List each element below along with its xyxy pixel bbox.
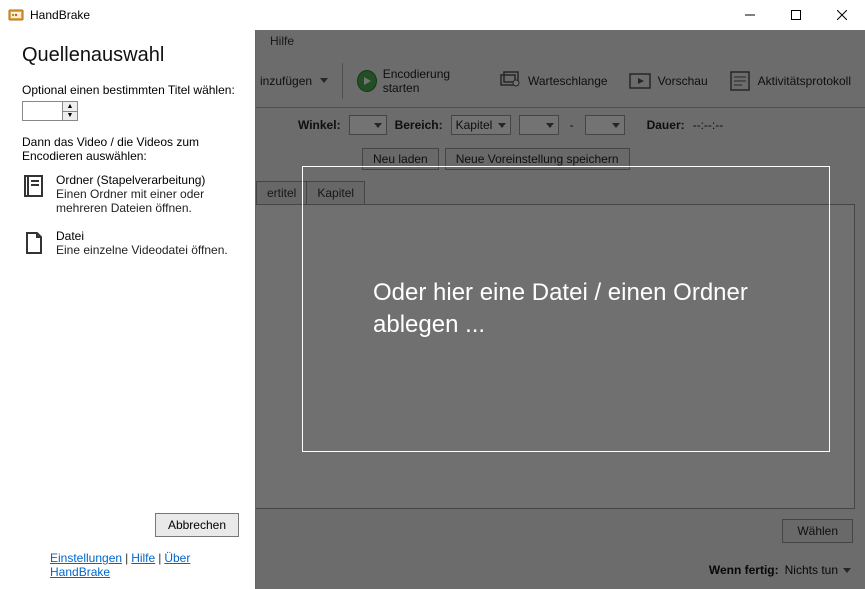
spinner-down[interactable]: ▼ [62, 111, 78, 122]
file-desc: Eine einzelne Videodatei öffnen. [56, 243, 228, 257]
panel-heading: Quellenauswahl [22, 44, 239, 67]
footer-links: Einstellungen|Hilfe|Über HandBrake [22, 551, 239, 579]
close-button[interactable] [819, 0, 865, 30]
titlebar: HandBrake [0, 0, 865, 30]
file-icon [22, 229, 46, 257]
folder-desc: Einen Ordner mit einer oder mehreren Dat… [56, 187, 239, 215]
minimize-button[interactable] [727, 0, 773, 30]
folder-icon [22, 173, 46, 201]
drop-zone[interactable]: Oder hier eine Datei / einen Ordner able… [302, 166, 830, 452]
app-icon [8, 7, 24, 23]
title-spinner[interactable]: ▲ ▼ [22, 101, 239, 121]
link-settings[interactable]: Einstellungen [50, 551, 122, 565]
folder-title: Ordner (Stapelverarbeitung) [56, 173, 239, 187]
source-panel: Quellenauswahl Optional einen bestimmten… [0, 30, 256, 589]
source-file-option[interactable]: Datei Eine einzelne Videodatei öffnen. [22, 229, 239, 257]
instruction-text: Dann das Video / die Videos zum Encodier… [22, 135, 239, 163]
cancel-button[interactable]: Abbrechen [155, 513, 239, 537]
drop-message: Oder hier eine Datei / einen Ordner able… [303, 277, 829, 342]
file-title: Datei [56, 229, 228, 243]
title-number-input[interactable] [22, 101, 62, 121]
window-title: HandBrake [30, 8, 90, 22]
optional-title-label: Optional einen bestimmten Titel wählen: [22, 83, 239, 97]
maximize-button[interactable] [773, 0, 819, 30]
spinner-up[interactable]: ▲ [62, 101, 78, 111]
source-folder-option[interactable]: Ordner (Stapelverarbeitung) Einen Ordner… [22, 173, 239, 215]
link-help[interactable]: Hilfe [131, 551, 155, 565]
